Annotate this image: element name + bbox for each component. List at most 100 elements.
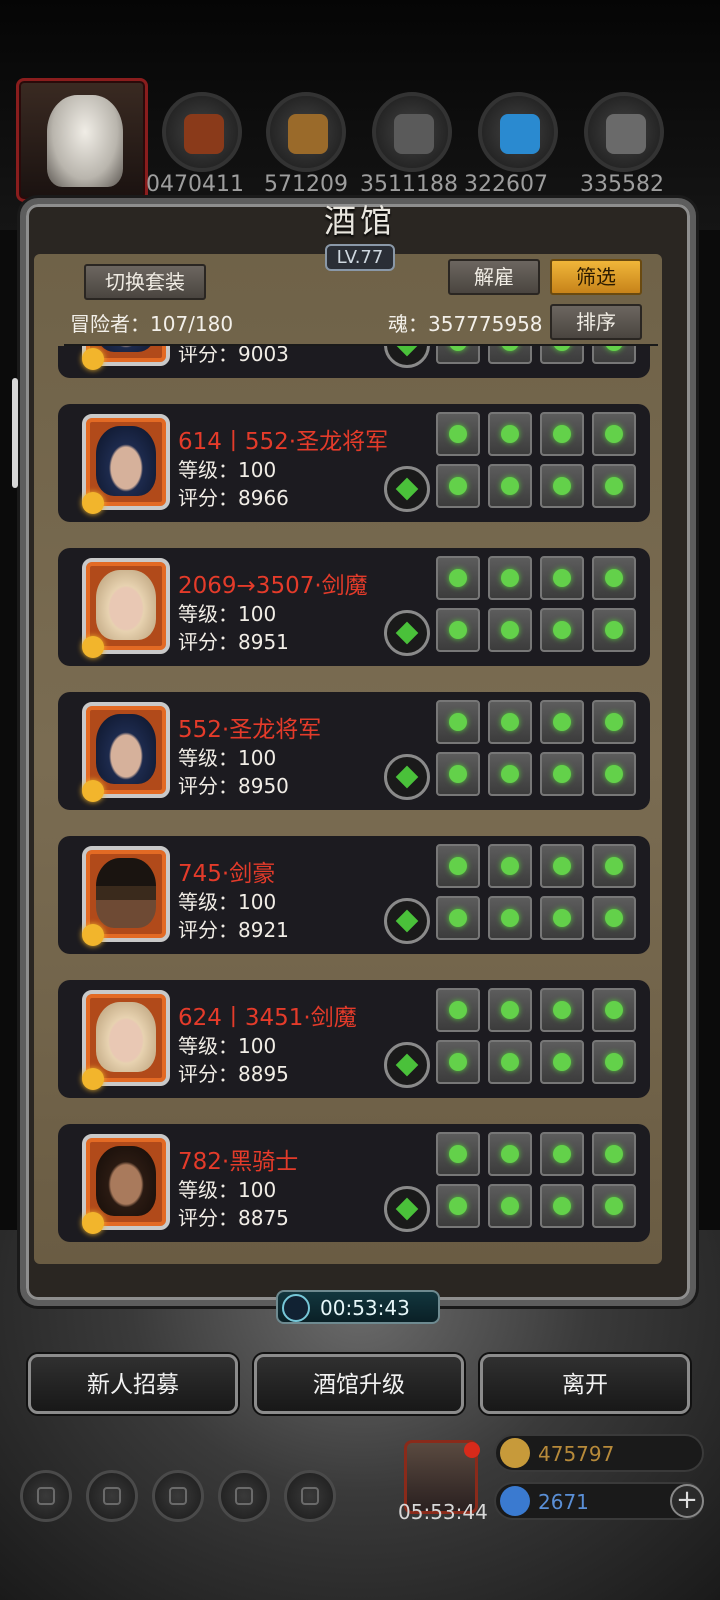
mail-icon[interactable] [218,1470,270,1522]
upgrade-tavern-button[interactable]: 酒馆升级 [254,1354,464,1414]
belt-slot-icon[interactable] [540,752,584,796]
hero-portrait [96,858,156,928]
spear-slot-icon[interactable] [436,1184,480,1228]
weapon-slot-icon[interactable] [384,1186,430,1232]
settings-icon[interactable] [20,1470,72,1522]
spear-slot-icon[interactable] [436,464,480,508]
ring-slot-icon[interactable] [436,1132,480,1176]
armor-slot-icon[interactable] [488,346,532,364]
hero-list[interactable]: 等级：100评分：9003 614丨552·圣龙将军等级：100评分：8966 20… [56,346,652,1248]
weapon-slot-icon[interactable] [384,754,430,800]
hero-card[interactable]: 552·圣龙将军 等级：100 评分：8950 [58,692,650,810]
amulet-slot-icon[interactable] [488,556,532,600]
spear-slot-icon[interactable] [436,346,480,364]
iron-icon[interactable] [372,92,452,172]
cape-slot-icon[interactable] [592,556,636,600]
cape-slot-icon[interactable] [592,1132,636,1176]
belt-slot-icon[interactable] [540,464,584,508]
belt-slot-icon[interactable] [540,346,584,364]
hero-name: 552·圣龙将军 [178,717,322,743]
helm-slot-icon[interactable] [540,844,584,888]
hero-card[interactable]: 745·剑豪 等级：100 评分：8921 [58,836,650,954]
ring-slot-icon[interactable] [436,556,480,600]
boots-slot-icon[interactable] [592,1040,636,1084]
spear-slot-icon[interactable] [436,1040,480,1084]
crystal-icon[interactable] [478,92,558,172]
boots-slot-icon[interactable] [592,1184,636,1228]
hero-card[interactable]: 624丨3451·剑魔 等级：100 评分：8895 [58,980,650,1098]
belt-slot-icon[interactable] [540,608,584,652]
ring-slot-icon[interactable] [436,700,480,744]
gold-coin-icon [500,1438,530,1468]
belt-slot-icon[interactable] [540,1040,584,1084]
spear-slot-icon[interactable] [436,752,480,796]
armor-slot-icon[interactable] [488,608,532,652]
helm-slot-icon[interactable] [540,988,584,1032]
add-gems-button[interactable]: + [670,1484,704,1518]
book-icon[interactable] [152,1470,204,1522]
armor-slot-icon[interactable] [488,896,532,940]
hero-card[interactable]: 614丨552·圣龙将军 等级：100 评分：8966 [58,404,650,522]
achievement-icon[interactable] [86,1470,138,1522]
shield-icon[interactable] [284,1470,336,1522]
helm-slot-icon[interactable] [540,700,584,744]
amulet-slot-icon[interactable] [488,700,532,744]
hero-name: 624丨3451·剑魔 [178,1005,357,1031]
amulet-slot-icon[interactable] [488,1132,532,1176]
filter-button[interactable]: 筛选 [550,259,642,295]
soul-label: 魂： [388,312,428,336]
weapon-slot-icon[interactable] [384,346,430,368]
recruit-button[interactable]: 新人招募 [28,1354,238,1414]
cape-slot-icon[interactable] [592,412,636,456]
weapon-slot-icon[interactable] [384,898,430,944]
stone-icon[interactable] [584,92,664,172]
spear-slot-icon[interactable] [436,608,480,652]
amulet-slot-icon[interactable] [488,988,532,1032]
gem-icon [500,1486,530,1516]
helm-slot-icon[interactable] [540,1132,584,1176]
belt-slot-icon[interactable] [540,896,584,940]
boots-slot-icon[interactable] [592,752,636,796]
armor-slot-icon[interactable] [488,1184,532,1228]
weapon-slot-icon[interactable] [384,1042,430,1088]
ring-slot-icon[interactable] [436,844,480,888]
helm-slot-icon[interactable] [540,412,584,456]
wood-icon[interactable] [266,92,346,172]
boots-slot-icon[interactable] [592,608,636,652]
switch-outfit-button[interactable]: 切换套装 [84,264,206,300]
ring-slot-icon[interactable] [436,988,480,1032]
leave-button[interactable]: 离开 [480,1354,690,1414]
helm-slot-icon[interactable] [540,556,584,600]
hero-name: 782·黑骑士 [178,1149,299,1175]
dismiss-button[interactable]: 解雇 [448,259,540,295]
weapon-slot-icon[interactable] [384,466,430,512]
amulet-slot-icon[interactable] [488,412,532,456]
boots-slot-icon[interactable] [592,346,636,364]
cape-slot-icon[interactable] [592,700,636,744]
armor-slot-icon[interactable] [488,752,532,796]
meat-icon[interactable] [162,92,242,172]
ring-slot-icon[interactable] [436,412,480,456]
belt-slot-icon[interactable] [540,1184,584,1228]
cape-slot-icon[interactable] [592,844,636,888]
spear-slot-icon[interactable] [436,896,480,940]
list-scrollbar[interactable] [12,378,18,488]
cape-slot-icon[interactable] [592,988,636,1032]
boots-slot-icon[interactable] [592,464,636,508]
gift-timer: 05:53:44 [398,1500,488,1524]
hero-portrait [96,346,156,352]
armor-slot-icon[interactable] [488,1040,532,1084]
refresh-timer: 00:53:43 [276,1290,440,1324]
hero-card[interactable]: 2069→3507·剑魔 等级：100 评分：8951 [58,548,650,666]
weapon-slot-icon[interactable] [384,610,430,656]
stone-count: 335582 [580,172,664,197]
hero-card[interactable]: 等级：100评分：9003 [58,346,650,378]
player-avatar[interactable] [16,78,148,202]
hero-card[interactable]: 782·黑骑士 等级：100 评分：8875 [58,1124,650,1242]
armor-slot-icon[interactable] [488,464,532,508]
sort-button[interactable]: 排序 [550,304,642,340]
boots-slot-icon[interactable] [592,896,636,940]
moon-badge-icon [82,1068,104,1090]
amulet-slot-icon[interactable] [488,844,532,888]
panel-title: 酒馆 [323,202,396,240]
